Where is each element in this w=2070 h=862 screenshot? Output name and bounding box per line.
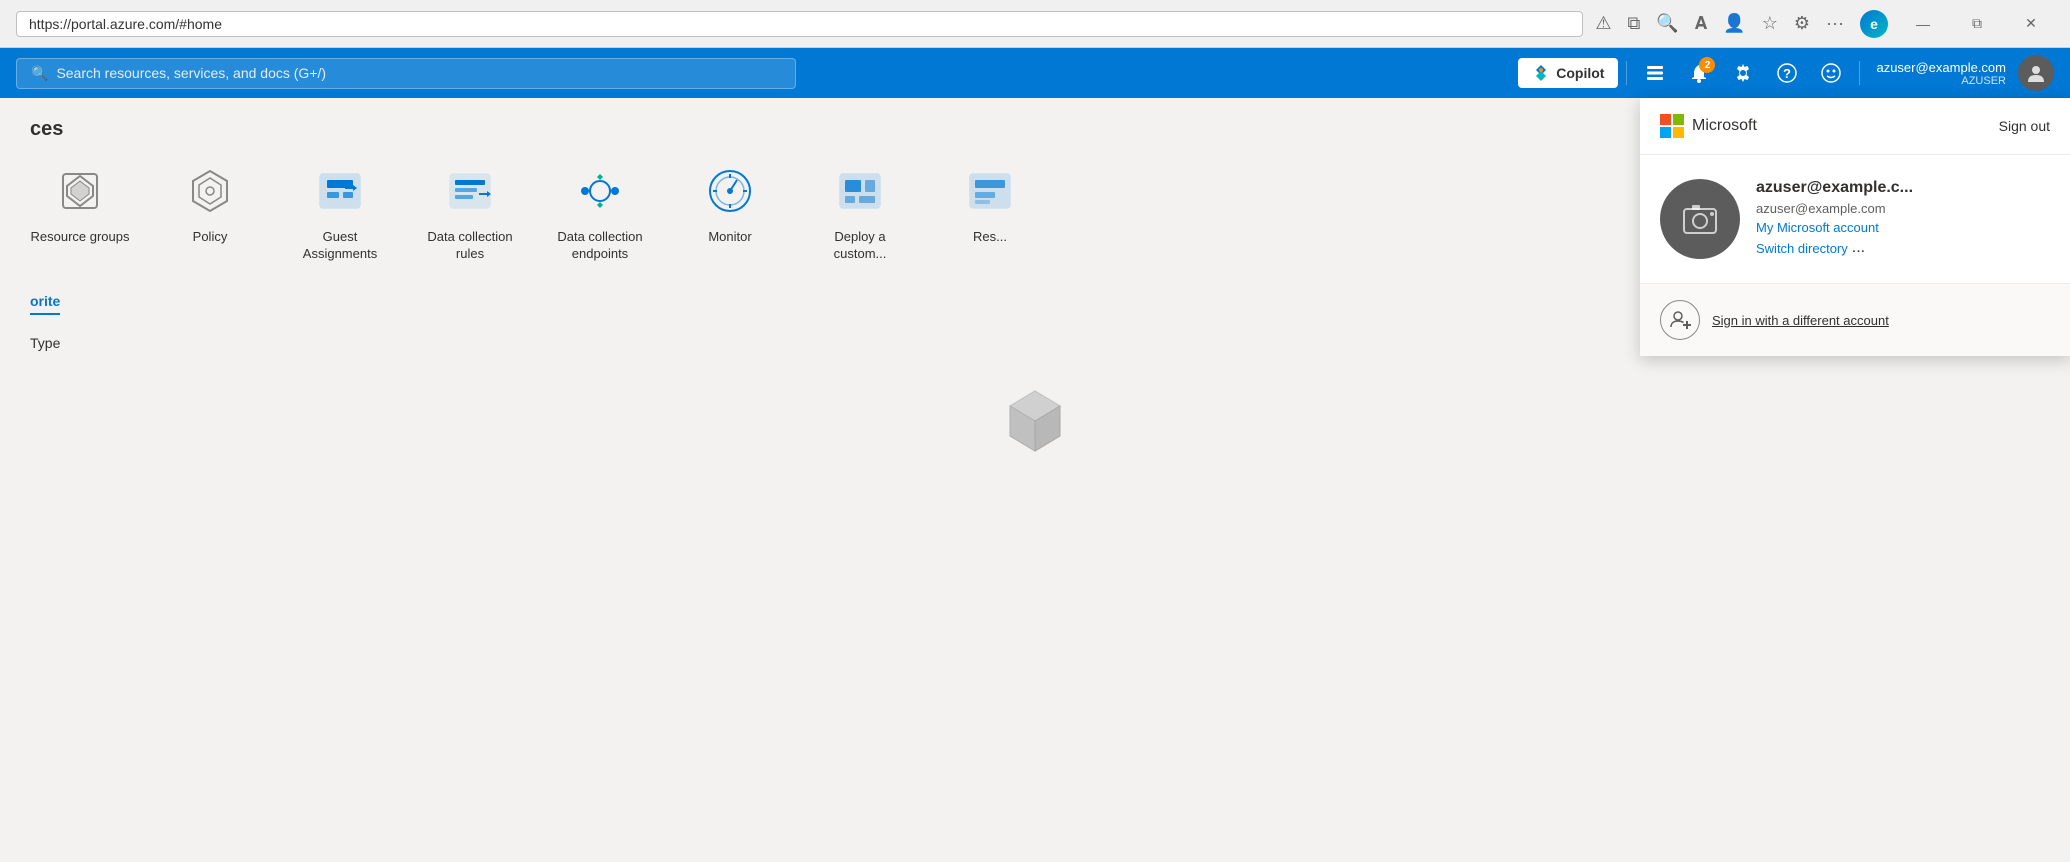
user-info[interactable]: azuser@example.com AZUSER: [1868, 56, 2014, 91]
deploy-custom-label: Deploy a custom...: [810, 229, 910, 263]
service-item-data-collection-rules[interactable]: Data collection rules: [420, 161, 520, 263]
my-microsoft-account-link[interactable]: My Microsoft account: [1756, 220, 1913, 235]
service-item-policy[interactable]: Policy: [160, 161, 260, 263]
camera-icon: [1678, 197, 1722, 241]
ms-logo-grid: [1660, 114, 1684, 138]
alert-icon: ⚠: [1595, 13, 1611, 34]
add-user-icon: [1669, 309, 1691, 331]
resource-groups-icon: [50, 161, 110, 221]
account-avatar: [1660, 179, 1740, 259]
account-panel-header: Microsoft Sign out: [1640, 98, 2070, 155]
resource-groups-label: Resource groups: [31, 229, 130, 246]
account-email-display: azuser@example.com: [1756, 201, 1913, 216]
account-display-name: azuser@example.c...: [1756, 179, 1913, 197]
policy-label: Policy: [193, 229, 228, 246]
service-item-monitor[interactable]: Monitor: [680, 161, 780, 263]
microsoft-logo: Microsoft: [1660, 114, 1757, 138]
user-name: AZUSER: [1961, 75, 2006, 87]
copilot-button[interactable]: Copilot: [1518, 58, 1618, 88]
resource-label: Res...: [973, 229, 1007, 246]
portal-menu-icon: [1645, 63, 1665, 83]
sign-out-button[interactable]: Sign out: [1999, 118, 2050, 134]
more-icon: ···: [1826, 13, 1844, 34]
header-actions: Copilot 2: [1518, 53, 2054, 93]
help-icon: ?: [1777, 63, 1797, 83]
help-button[interactable]: ?: [1767, 53, 1807, 93]
ms-logo-green: [1673, 114, 1684, 125]
ms-logo-yellow: [1673, 127, 1684, 138]
account-panel: Microsoft Sign out azuser@example.c... a…: [1640, 98, 2070, 356]
portal-body: ces Resource groups: [0, 98, 2070, 862]
data-collection-endpoints-icon: [570, 161, 630, 221]
ellipsis-button[interactable]: ...: [1852, 239, 1865, 257]
ms-logo-blue: [1660, 127, 1671, 138]
notification-badge: 2: [1699, 57, 1715, 73]
profile-icon: 👤: [1723, 13, 1745, 34]
account-details: azuser@example.c... azuser@example.com M…: [1756, 179, 1913, 257]
browser-toolbar-icons: ⚠ ⧉ 🔍 𝐀 👤 ☆ ⚙ ··· e: [1595, 10, 1888, 38]
guest-assignments-icon: [310, 161, 370, 221]
resource-cube-icon: [995, 381, 1075, 461]
user-email: azuser@example.com: [1876, 60, 2006, 75]
microsoft-brand-name: Microsoft: [1692, 117, 1757, 135]
browser-controls: — ⧉ ✕: [1900, 0, 2054, 48]
close-button[interactable]: ✕: [2008, 0, 2054, 48]
portal-menu-button[interactable]: [1635, 53, 1675, 93]
service-item-data-collection-endpoints[interactable]: Data collection endpoints: [550, 161, 650, 263]
maximize-button[interactable]: ⧉: [1954, 0, 2000, 48]
feedback-button[interactable]: [1811, 53, 1851, 93]
settings-button[interactable]: [1723, 53, 1763, 93]
browser-chrome: https://portal.azure.com/#home ⚠ ⧉ 🔍 𝐀 👤…: [0, 0, 2070, 48]
monitor-label: Monitor: [708, 229, 751, 246]
header-divider-2: [1859, 61, 1860, 85]
resource-icon: [960, 161, 1020, 221]
search-bar[interactable]: 🔍 Search resources, services, and docs (…: [16, 58, 796, 89]
service-item-guest-assignments[interactable]: Guest Assignments: [290, 161, 390, 263]
ms-logo-red: [1660, 114, 1671, 125]
deploy-custom-icon: [830, 161, 890, 221]
account-info-section: azuser@example.c... azuser@example.com M…: [1640, 155, 2070, 284]
monitor-icon: [700, 161, 760, 221]
edge-logo: e: [1860, 10, 1888, 38]
policy-icon: [180, 161, 240, 221]
feedback-icon: [1821, 63, 1841, 83]
copilot-label: Copilot: [1556, 65, 1604, 81]
address-bar[interactable]: https://portal.azure.com/#home: [16, 11, 1583, 37]
guest-assignments-label: Guest Assignments: [290, 229, 390, 263]
switch-directory-link[interactable]: Switch directory: [1756, 241, 1848, 256]
sign-in-different-label[interactable]: Sign in with a different account: [1712, 313, 1889, 328]
add-account-icon: [1660, 300, 1700, 340]
settings-gear-icon: [1733, 63, 1753, 83]
sign-in-different-section[interactable]: Sign in with a different account: [1640, 284, 2070, 356]
tab-icon: ⧉: [1627, 13, 1640, 34]
user-avatar[interactable]: [2018, 55, 2054, 91]
service-item-resource[interactable]: Res...: [940, 161, 1040, 263]
star-icon: ☆: [1762, 13, 1778, 34]
notifications-button[interactable]: 2: [1679, 53, 1719, 93]
favorite-tab[interactable]: orite: [30, 293, 60, 315]
portal-header: 🔍 Search resources, services, and docs (…: [0, 48, 2070, 98]
header-divider-1: [1626, 61, 1627, 85]
data-collection-rules-icon: [440, 161, 500, 221]
service-item-resource-groups[interactable]: Resource groups: [30, 161, 130, 263]
service-item-deploy-custom[interactable]: Deploy a custom...: [810, 161, 910, 263]
search-placeholder: Search resources, services, and docs (G+…: [56, 65, 326, 81]
svg-text:?: ?: [1783, 66, 1791, 81]
zoom-icon: 🔍: [1656, 13, 1678, 34]
search-icon: 🔍: [31, 65, 48, 82]
reader-icon: 𝐀: [1695, 13, 1708, 34]
data-collection-rules-label: Data collection rules: [420, 229, 520, 263]
copilot-logo-icon: [1532, 64, 1550, 82]
data-collection-endpoints-label: Data collection endpoints: [550, 229, 650, 263]
avatar-icon: [2025, 62, 2047, 84]
switch-directory-row: Switch directory ...: [1756, 239, 1913, 257]
settings-icon: ⚙: [1794, 13, 1810, 34]
minimize-button[interactable]: —: [1900, 0, 1946, 48]
